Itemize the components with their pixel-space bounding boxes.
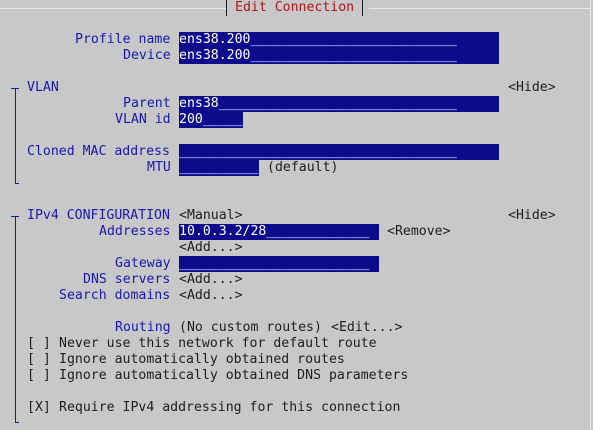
window-top-border-left xyxy=(0,8,226,9)
vlan-id-field[interactable]: 200_____ xyxy=(179,112,243,128)
cloned-mac-field[interactable]: ___________________________________ xyxy=(179,144,499,160)
cloned-mac-label: Cloned MAC address xyxy=(27,144,170,159)
routing-value: (No custom routes) xyxy=(179,320,322,335)
never-default-checkbox[interactable]: [ ] xyxy=(27,336,51,352)
routing-edit-button[interactable]: <Edit...> xyxy=(331,320,402,336)
addresses-label: Addresses xyxy=(99,224,171,239)
add-address-button[interactable]: <Add...> xyxy=(179,240,243,256)
vlan-frame-bottom xyxy=(15,183,19,184)
never-default-label: Never use this network for default route xyxy=(59,336,377,351)
device-field[interactable]: ens38.200__________________________ xyxy=(179,48,499,64)
window-top-border-right xyxy=(369,8,590,9)
vlan-id-label: VLAN id xyxy=(115,112,171,127)
ipv4-frame-side xyxy=(15,216,16,423)
ipv4-method-dropdown[interactable]: <Manual> xyxy=(179,208,243,224)
address-field[interactable]: 10.0.3.2/28_____________ xyxy=(179,224,379,240)
window-title: Edit Connection xyxy=(226,0,364,16)
add-search-domain-button[interactable]: <Add...> xyxy=(179,288,243,304)
require-ipv4-checkbox[interactable]: [X] xyxy=(27,400,51,416)
window-right-border xyxy=(590,0,591,430)
dns-servers-label: DNS servers xyxy=(83,272,171,287)
parent-label: Parent xyxy=(123,96,171,111)
ignore-routes-label: Ignore automatically obtained routes xyxy=(59,352,345,367)
vlan-hide-button[interactable]: <Hide> xyxy=(508,80,556,96)
add-dns-button[interactable]: <Add...> xyxy=(179,272,243,288)
ignore-dns-label: Ignore automatically obtained DNS parame… xyxy=(59,368,409,383)
parent-field[interactable]: ens38______________________________ xyxy=(179,96,499,112)
device-label: Device xyxy=(123,48,171,63)
mtu-default-hint: (default) xyxy=(267,160,339,175)
ignore-dns-checkbox[interactable]: [ ] xyxy=(27,368,51,384)
profile-name-label: Profile name xyxy=(75,32,171,47)
mtu-label: MTU xyxy=(147,160,171,175)
mtu-field[interactable]: __________ xyxy=(179,160,259,176)
gateway-label: Gateway xyxy=(115,256,171,271)
gateway-field[interactable]: ________________________ xyxy=(179,256,379,272)
vlan-frame-side xyxy=(15,88,16,184)
ipv4-hide-button[interactable]: <Hide> xyxy=(508,208,556,224)
vlan-section-label: VLAN xyxy=(27,80,59,95)
remove-address-button[interactable]: <Remove> xyxy=(387,224,451,240)
require-ipv4-label: Require IPv4 addressing for this connect… xyxy=(59,400,401,415)
routing-label: Routing xyxy=(115,320,171,335)
ipv4-section-label: IPv4 CONFIGURATION xyxy=(27,208,170,223)
ipv4-frame-bottom xyxy=(15,422,19,423)
profile-name-field[interactable]: ens38.200__________________________ xyxy=(179,32,499,48)
search-domains-label: Search domains xyxy=(59,288,171,303)
ignore-routes-checkbox[interactable]: [ ] xyxy=(27,352,51,368)
